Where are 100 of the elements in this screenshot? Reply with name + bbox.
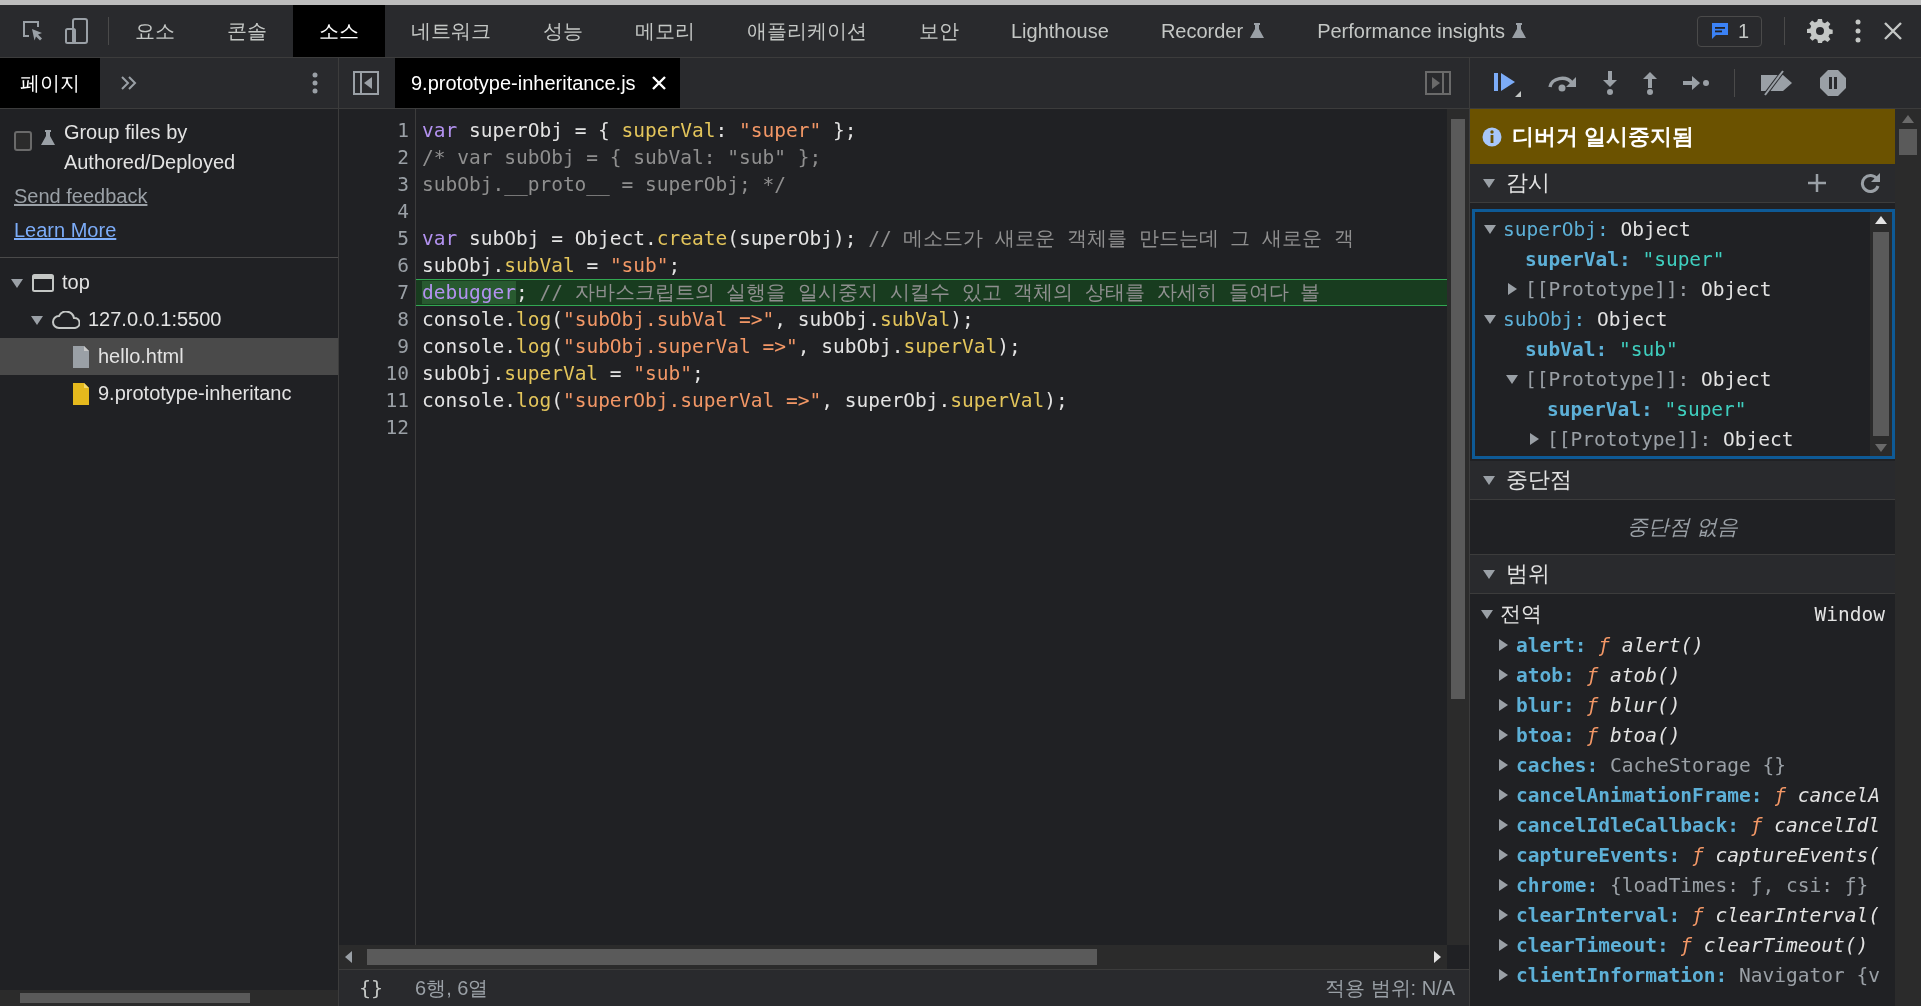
panel-tab[interactable]: 콘솔 <box>201 5 293 57</box>
watch-entry[interactable]: superObj: Object <box>1503 217 1691 241</box>
panel-tab[interactable]: Lighthouse <box>985 5 1135 57</box>
sidebar-toggle-icon[interactable] <box>353 71 379 95</box>
collapse-arrow-icon[interactable] <box>1483 313 1497 325</box>
pretty-print-button[interactable]: {} <box>353 976 390 1000</box>
refresh-icon[interactable] <box>1859 172 1881 194</box>
scroll-down-icon[interactable] <box>1875 444 1887 452</box>
file-tree-item[interactable]: top <box>0 264 338 301</box>
scroll-up-icon[interactable] <box>1875 216 1887 224</box>
file-tab[interactable]: 9.prototype-inheritance.js <box>395 58 680 108</box>
issues-button[interactable]: 1 <box>1696 15 1762 47</box>
step-into-icon[interactable] <box>1602 70 1618 96</box>
expand-arrow-icon[interactable] <box>1496 909 1510 921</box>
panel-tab[interactable]: 소스 <box>293 5 385 57</box>
section-header[interactable]: 중단점 <box>1470 461 1895 500</box>
panel-tab[interactable]: Recorder <box>1134 5 1292 57</box>
cursor-position: 6행, 6열 <box>415 975 489 1001</box>
watch-entry[interactable]: subVal: "sub" <box>1525 337 1678 361</box>
expand-arrow-icon[interactable] <box>1496 759 1510 771</box>
section-header[interactable]: 범위 <box>1470 555 1895 594</box>
checkbox[interactable] <box>14 131 32 151</box>
file-tree-item[interactable]: hello.html <box>0 338 338 375</box>
expand-arrow-icon[interactable] <box>1496 849 1510 861</box>
scroll-left-icon[interactable] <box>345 951 353 963</box>
line-number: 8 <box>396 307 410 333</box>
section-header[interactable]: 감시 <box>1470 164 1895 203</box>
scope-entry[interactable]: chrome: {loadTimes: ƒ, csi: ƒ} <box>1516 873 1869 897</box>
navigator-tab[interactable]: 페이지 <box>0 58 100 108</box>
file-tree-item[interactable]: 127.0.0.1:5500 <box>0 301 338 338</box>
pause-on-exceptions-icon[interactable] <box>1819 69 1847 97</box>
coverage-text: 적용 범위: N/A <box>1325 975 1455 1001</box>
link[interactable]: Learn More <box>14 219 117 241</box>
collapse-arrow-icon[interactable] <box>1482 177 1496 189</box>
collapse-arrow-icon[interactable] <box>1483 223 1497 235</box>
scrollbar[interactable] <box>1870 212 1892 456</box>
expand-arrow-icon[interactable] <box>1527 433 1541 445</box>
step-out-icon[interactable] <box>1642 70 1658 96</box>
collapse-arrow-icon[interactable] <box>10 276 24 289</box>
scope-entry[interactable]: atob: ƒ atob() <box>1516 663 1681 687</box>
scope-entry[interactable]: captureEvents: ƒ captureEvents( <box>1516 843 1880 867</box>
collapse-arrow-icon[interactable] <box>1482 568 1496 580</box>
more-options-icon[interactable] <box>312 72 318 94</box>
scope-entry[interactable]: cancelAnimationFrame: ƒ cancelA <box>1516 783 1880 807</box>
scope-entry[interactable]: btoa: ƒ btoa() <box>1516 723 1681 747</box>
scrollbar[interactable] <box>339 945 1447 969</box>
more-options-icon[interactable] <box>1855 19 1861 43</box>
expand-arrow-icon[interactable] <box>1496 969 1510 981</box>
line-number: 1 <box>396 118 410 144</box>
scope-entry[interactable]: clearInterval: ƒ clearInterval( <box>1516 903 1880 927</box>
file-tree-item[interactable]: 9.prototype-inheritanc <box>0 375 338 412</box>
expand-arrow-icon[interactable] <box>1496 939 1510 951</box>
scrollbar[interactable] <box>1895 109 1921 1006</box>
scroll-right-icon[interactable] <box>1433 951 1441 963</box>
expand-arrow-icon[interactable] <box>1496 819 1510 831</box>
panel-tab[interactable]: 메모리 <box>609 5 721 57</box>
watch-entry[interactable]: [[Prototype]]: Object <box>1525 367 1772 391</box>
watch-entry[interactable]: [[Prototype]]: Object <box>1547 427 1794 451</box>
scope-entry[interactable]: clientInformation: Navigator {v <box>1516 963 1880 987</box>
expand-arrow-icon[interactable] <box>1496 729 1510 741</box>
collapse-arrow-icon[interactable] <box>1482 474 1496 486</box>
panel-tab[interactable]: 요소 <box>109 5 201 57</box>
sidebar-toggle-icon[interactable] <box>1425 71 1451 95</box>
more-tabs-icon[interactable] <box>120 75 138 91</box>
close-icon[interactable] <box>1883 21 1903 41</box>
collapse-arrow-icon[interactable] <box>30 313 44 326</box>
expand-arrow-icon[interactable] <box>1496 639 1510 651</box>
scope-entry[interactable]: caches: CacheStorage {} <box>1516 753 1787 777</box>
scope-entry[interactable]: cancelIdleCallback: ƒ cancelIdl <box>1516 813 1880 837</box>
link[interactable]: Send feedback <box>14 185 148 207</box>
watch-entry[interactable]: superVal: "super" <box>1547 397 1747 421</box>
watch-entry[interactable]: [[Prototype]]: Object <box>1525 277 1772 301</box>
panel-tab[interactable]: 보안 <box>893 5 985 57</box>
watch-entry[interactable]: subObj: Object <box>1503 307 1668 331</box>
scope-entry[interactable]: alert: ƒ alert() <box>1516 633 1704 657</box>
panel-tab[interactable]: 애플리케이션 <box>721 5 893 57</box>
expand-arrow-icon[interactable] <box>1496 669 1510 681</box>
panel-tab[interactable]: Performance insights <box>1291 5 1553 57</box>
panel-tab[interactable]: 성능 <box>517 5 609 57</box>
collapse-arrow-icon[interactable] <box>1505 373 1519 385</box>
expand-arrow-icon[interactable] <box>1505 283 1519 295</box>
scrollbar-thumb[interactable] <box>1899 129 1917 155</box>
watch-entry[interactable]: superVal: "super" <box>1525 247 1725 271</box>
panel-tab[interactable]: 네트워크 <box>385 5 517 57</box>
step-icon[interactable] <box>1682 75 1710 91</box>
add-icon[interactable] <box>1807 173 1827 193</box>
paused-label: 디버거 일시중지됨 <box>1512 122 1695 151</box>
expand-arrow-icon[interactable] <box>1496 699 1510 711</box>
scrollbar[interactable] <box>0 990 338 1006</box>
device-toolbar-icon[interactable] <box>64 17 90 45</box>
code-line: console.log("subObj.subVal =>", subObj.subVal); <box>421 307 975 333</box>
expand-arrow-icon[interactable] <box>1496 879 1510 891</box>
scope-entry[interactable]: blur: ƒ blur() <box>1516 693 1681 717</box>
expand-arrow-icon[interactable] <box>1496 789 1510 801</box>
scope-entry[interactable]: clearTimeout: ƒ clearTimeout() <box>1516 933 1869 957</box>
code-line: subObj.subVal = "sub"; <box>421 253 682 279</box>
scrollbar[interactable] <box>1447 109 1469 945</box>
collapse-arrow-icon[interactable] <box>1480 608 1494 620</box>
settings-icon[interactable] <box>1807 18 1833 44</box>
scope-group[interactable]: 전역 Window <box>1470 598 1895 630</box>
